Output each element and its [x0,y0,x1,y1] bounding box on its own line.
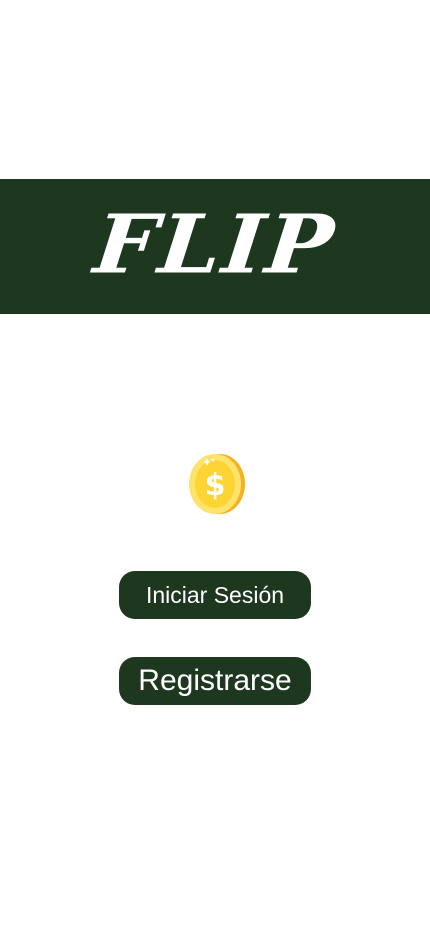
dollar-coin-icon: $ [187,450,247,516]
app-logo: FLIP [90,195,340,292]
welcome-screen: FLIP $ Iniciar Sesión Registrarse [0,0,430,932]
logo-banner: FLIP [0,179,430,314]
login-button[interactable]: Iniciar Sesión [119,571,311,619]
svg-text:$: $ [205,468,226,503]
register-button[interactable]: Registrarse [119,657,311,705]
